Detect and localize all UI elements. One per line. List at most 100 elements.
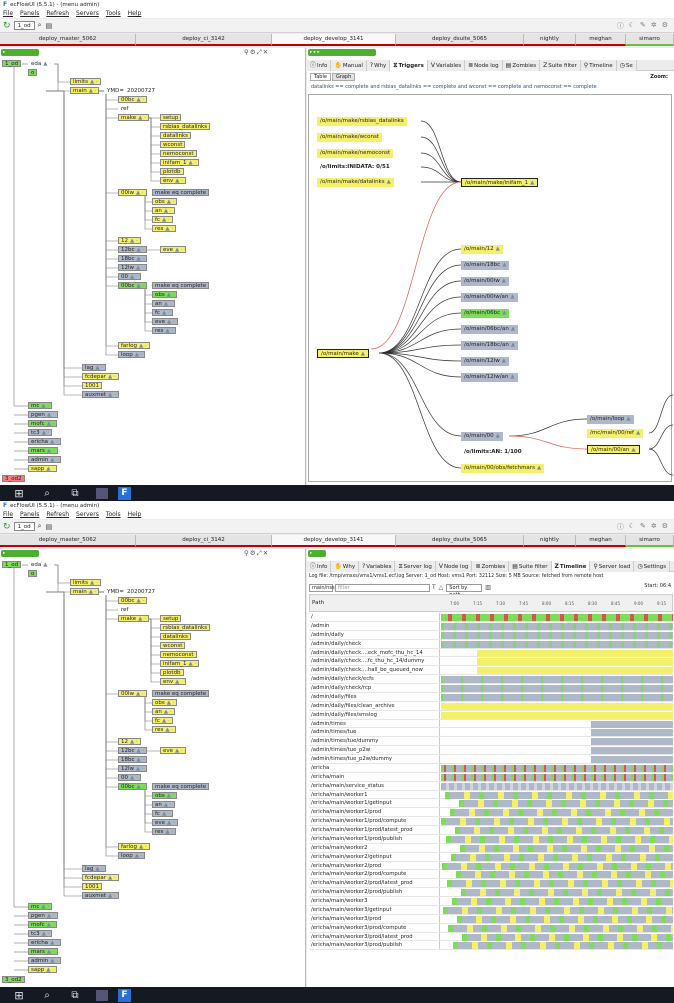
timeline-row[interactable]: /admin/times — [309, 719, 673, 729]
tree-node[interactable]: inifam_1 ▲ · — [160, 660, 200, 667]
tree-node[interactable]: datalinks — [160, 633, 191, 640]
timeline-row[interactable]: /ericha/main/worker1/prod — [309, 808, 673, 818]
tree-node[interactable]: tc3 ▲ · — [28, 930, 53, 937]
tree-node[interactable]: res ▲ · — [152, 828, 177, 835]
graph-node[interactable]: /o/main/make/wconst — [317, 133, 383, 142]
menu-panels[interactable]: Panels — [20, 10, 39, 17]
menu-refresh[interactable]: Refresh — [46, 10, 69, 17]
menu-help[interactable]: Help — [128, 10, 142, 17]
tree-node[interactable]: o — [28, 570, 38, 577]
tree-node[interactable]: 00 ▲ · — [118, 774, 141, 781]
tree-node[interactable]: 00bc ▲ · — [118, 783, 148, 790]
graph-node[interactable]: /mc/main/00/ref ▲ — [587, 429, 644, 438]
task-view-icon[interactable]: ⧉ — [68, 488, 82, 499]
windows-start-icon[interactable]: ⊞ — [12, 989, 26, 1002]
tree-node[interactable]: 1_od — [2, 561, 22, 568]
tree-node[interactable]: farlog ▲ · — [118, 342, 150, 349]
tab-suite-filter[interactable]: ▤Suite filter — [509, 561, 552, 572]
graph-node[interactable]: /o/main/make/nemoconst — [317, 149, 394, 158]
tree-node[interactable]: setup — [160, 114, 182, 121]
server-tab-6[interactable]: meghan — [576, 34, 626, 46]
log-icon[interactable]: ▤ — [46, 22, 53, 30]
menu-file[interactable]: File — [3, 511, 13, 518]
tree-node[interactable]: ref — [118, 606, 132, 613]
tree-node[interactable]: make eq complete — [152, 783, 210, 790]
server-tab-6[interactable]: meghan — [576, 535, 626, 547]
server-combo[interactable]: 1_od — [13, 21, 35, 30]
timeline-row[interactable]: /ericha/main/worker2/prod/compute — [309, 870, 673, 880]
timeline-row[interactable]: /admin/times/tue_p2w/dummy — [309, 755, 673, 764]
tree-node[interactable]: rsbias_datalinks — [160, 624, 211, 631]
tree-node[interactable]: plotdb — [160, 168, 184, 175]
menu-tools[interactable]: Tools — [106, 511, 121, 518]
tab-info[interactable]: ⓘInfo — [307, 60, 332, 71]
edit-icon[interactable]: ✎ — [640, 522, 646, 532]
windows-start-icon[interactable]: ⊞ — [12, 487, 26, 500]
timeline-row[interactable]: /admin/daily/check....hall_be_queued_now — [309, 666, 673, 676]
timeline-row[interactable]: /ericha/main/worker1/prod/latest_prod — [309, 826, 673, 835]
server-tab-4[interactable]: deploy_dsuite_5065 — [396, 34, 524, 46]
tree-node[interactable]: nemoconst — [160, 150, 197, 157]
menu-panels[interactable]: Panels — [20, 511, 39, 518]
tab-suite-filter[interactable]: ZSuite filter — [540, 60, 581, 71]
subtab-table[interactable]: Table — [310, 73, 331, 81]
timeline-row[interactable]: /ericha/main/worker2/prod/latest_prod — [309, 879, 673, 889]
server-tab-2[interactable]: deploy_ci_3142 — [136, 34, 272, 46]
tab-info[interactable]: ⓘInfo — [307, 561, 332, 572]
tree-node[interactable]: pgen ▲ · — [28, 912, 58, 919]
tree-node[interactable]: fcdepar ▲ · — [82, 874, 119, 881]
tree-node[interactable]: 18bc ▲ · — [118, 756, 148, 763]
timeline-row[interactable]: /ericha/main/worker1 — [309, 790, 673, 800]
menu-file[interactable]: File — [3, 10, 13, 17]
tree-node[interactable]: mc ▲ · — [28, 402, 53, 409]
tree-node[interactable]: 1_od — [2, 60, 22, 67]
server-tab-7[interactable]: simarro — [626, 535, 674, 547]
graph-node[interactable]: /o/main/00lw ▲ — [461, 277, 509, 286]
tree-node[interactable]: plotdb — [160, 669, 184, 676]
tree-node[interactable]: an ▲ · — [152, 207, 175, 214]
tree-node[interactable]: 12bc ▲ · — [118, 246, 148, 253]
tree-node[interactable]: res ▲ · — [152, 327, 177, 334]
subtab-graph[interactable]: Graph — [331, 73, 356, 81]
info-icon[interactable]: ⓘ — [617, 522, 624, 532]
tab-why[interactable]: ✋Why — [331, 561, 360, 572]
timeline-row[interactable]: /ericha/main/worker1/prod/publish — [309, 834, 673, 844]
graph-node[interactable]: /o/main/00/obs/fetchmars ▲ — [461, 464, 545, 473]
moon-icon[interactable]: ☾ — [629, 522, 635, 532]
timeline-row[interactable]: /admin/daily/files/smslog — [309, 710, 673, 720]
server-tab-2[interactable]: deploy_ci_3142 — [136, 535, 272, 547]
tab-triggers[interactable]: ⧖Triggers — [390, 60, 428, 71]
tree-node[interactable]: mars ▲ · — [28, 948, 58, 955]
tree-node[interactable]: 18bc ▲ · — [118, 255, 148, 262]
server-tab-4[interactable]: deploy_dsuite_5065 — [396, 535, 524, 547]
tree-node[interactable]: 12 ▲ · — [118, 237, 141, 244]
tree-node[interactable]: mars ▲ · — [28, 447, 58, 454]
graph-node[interactable]: /o/main/00lw/an ▲ — [461, 293, 518, 302]
tree-node[interactable]: 12bc ▲ · — [118, 747, 148, 754]
tree-node[interactable]: ref — [118, 105, 132, 112]
tree-node[interactable]: farlog ▲ · — [118, 843, 150, 850]
tree-node[interactable]: lag ▲ · — [82, 865, 107, 872]
ecflow-app-icon[interactable]: F — [118, 988, 131, 1002]
tree-node[interactable]: make eq complete — [152, 189, 210, 196]
tree-node[interactable]: an ▲ · — [152, 708, 175, 715]
timeline-row[interactable]: /admin/daily — [309, 630, 673, 640]
tree-node[interactable]: make eq complete — [152, 690, 210, 697]
tab-timeline[interactable]: ZTimeline — [551, 561, 591, 572]
timeline-row[interactable]: /admin/daily/check....eck_mofc_thu_hc_14 — [309, 648, 673, 658]
menu-servers[interactable]: Servers — [76, 511, 99, 518]
tree-node[interactable]: res ▲ · — [152, 726, 177, 733]
gear-icon[interactable]: ⚙ — [662, 522, 668, 532]
graph-node[interactable]: /o/main/18bc/an ▲ — [461, 341, 519, 350]
server-tab-3[interactable]: deploy_develop_3141 — [272, 535, 396, 547]
tree-node[interactable]: 00lw ▲ · — [118, 690, 147, 697]
timeline-row[interactable]: /ericha/main/worker1/prod/compute — [309, 817, 673, 826]
timeline-row[interactable]: /admin/daily/files/clean_archive — [309, 701, 673, 711]
moon-icon[interactable]: ☾ — [629, 21, 635, 31]
tree-node[interactable]: an ▲ · — [152, 801, 175, 808]
tree-node[interactable]: loop ▲ · — [118, 351, 146, 358]
timeline-row[interactable]: /admin/daily/files — [309, 692, 673, 702]
tree-node[interactable]: 00lw ▲ · — [118, 189, 147, 196]
server-combo[interactable]: 1_od — [13, 522, 35, 531]
search-icon[interactable]: ⌕ — [40, 990, 54, 1001]
